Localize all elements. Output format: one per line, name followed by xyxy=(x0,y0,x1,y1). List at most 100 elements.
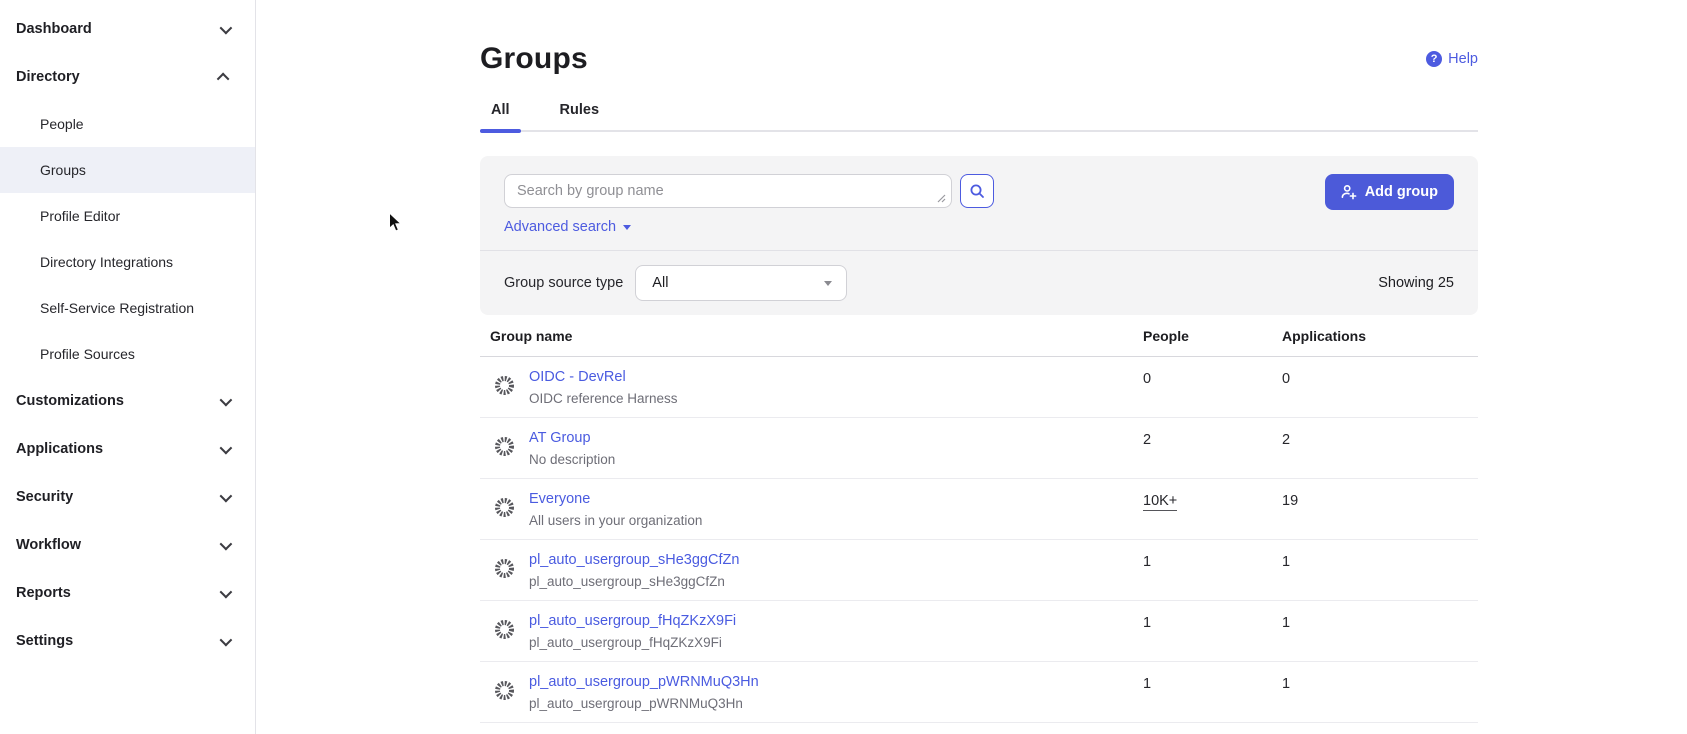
applications-count: 0 xyxy=(1282,357,1478,387)
applications-count: 1 xyxy=(1282,540,1478,570)
sidebar-item-profile-sources[interactable]: Profile Sources xyxy=(0,331,255,377)
chevron-down-icon xyxy=(220,633,233,646)
applications-count: 1 xyxy=(1282,601,1478,631)
group-description: pl_auto_usergroup_pWRNMuQ3Hn xyxy=(529,696,759,711)
people-count[interactable]: 10K+ xyxy=(1143,493,1177,511)
group-name-link[interactable]: pl_auto_usergroup_pWRNMuQ3Hn xyxy=(529,674,759,690)
sidebar-item-label: Reports xyxy=(16,585,71,601)
person-add-icon xyxy=(1341,184,1357,200)
chevron-down-icon xyxy=(220,537,233,550)
group-source-type-label: Group source type xyxy=(504,275,623,291)
sidebar-item-security[interactable]: Security xyxy=(0,473,255,521)
group-gear-icon xyxy=(493,557,516,580)
tab-bar: All Rules xyxy=(480,96,1478,132)
group-gear-icon xyxy=(493,679,516,702)
group-gear-icon xyxy=(493,435,516,458)
table-header-row: Group name People Applications xyxy=(480,315,1478,357)
people-count: 1 xyxy=(1143,540,1282,570)
sidebar-item-label: Profile Editor xyxy=(40,208,120,224)
applications-count: 1 xyxy=(1282,662,1478,692)
chevron-up-icon xyxy=(217,72,230,85)
sidebar-item-label: Profile Sources xyxy=(40,346,135,362)
sidebar-item-groups[interactable]: Groups xyxy=(0,147,255,193)
table-row: pl_auto_usergroup_pWRNMuQ3Hn pl_auto_use… xyxy=(480,662,1478,723)
sidebar-item-dashboard[interactable]: Dashboard xyxy=(0,5,255,53)
sidebar-item-reports[interactable]: Reports xyxy=(0,569,255,617)
sidebar-item-workflow[interactable]: Workflow xyxy=(0,521,255,569)
sidebar-item-applications[interactable]: Applications xyxy=(0,425,255,473)
add-group-label: Add group xyxy=(1365,184,1438,200)
sidebar-item-label: Security xyxy=(16,489,73,505)
search-button[interactable] xyxy=(960,174,994,208)
search-filter-panel: Advanced search Add group Group source t… xyxy=(480,156,1478,315)
group-description: OIDC reference Harness xyxy=(529,391,678,406)
group-description: All users in your organization xyxy=(529,513,702,528)
applications-count: 2 xyxy=(1282,418,1478,448)
sidebar-item-label: Groups xyxy=(40,162,86,178)
table-row: Everyone All users in your organization … xyxy=(480,479,1478,540)
people-count: 1 xyxy=(1143,601,1282,631)
help-label: Help xyxy=(1448,51,1478,67)
help-icon: ? xyxy=(1426,51,1442,67)
selected-option: All xyxy=(652,275,668,291)
group-source-type-select[interactable]: All xyxy=(635,265,847,301)
sidebar-item-label: Applications xyxy=(16,441,103,457)
group-name-link[interactable]: AT Group xyxy=(529,430,615,446)
column-header-applications[interactable]: Applications xyxy=(1282,328,1478,344)
table-row: OIDC - DevRel OIDC reference Harness 0 0 xyxy=(480,357,1478,418)
sidebar-item-directory[interactable]: Directory xyxy=(0,53,255,101)
applications-count: 19 xyxy=(1282,479,1478,509)
main-content: Groups ? Help All Rules xyxy=(256,0,1687,734)
table-row: pl_auto_usergroup_sHe3ggCfZn pl_auto_use… xyxy=(480,540,1478,601)
chevron-down-icon xyxy=(220,585,233,598)
sidebar: Dashboard Directory People Groups Profil… xyxy=(0,0,256,734)
sidebar-item-label: Directory Integrations xyxy=(40,254,173,270)
caret-down-icon xyxy=(824,281,832,286)
group-name-link[interactable]: pl_auto_usergroup_sHe3ggCfZn xyxy=(529,552,739,568)
search-input[interactable] xyxy=(504,174,952,208)
chevron-down-icon xyxy=(220,441,233,454)
groups-table: Group name People Applications OIDC - De… xyxy=(480,315,1478,723)
group-gear-icon xyxy=(493,496,516,519)
sidebar-item-self-service-registration[interactable]: Self-Service Registration xyxy=(0,285,255,331)
showing-count: Showing 25 xyxy=(1378,275,1454,291)
sidebar-item-people[interactable]: People xyxy=(0,101,255,147)
people-count: 2 xyxy=(1143,418,1282,448)
advanced-search-toggle[interactable]: Advanced search xyxy=(504,219,994,235)
column-header-people[interactable]: People xyxy=(1143,328,1282,344)
chevron-down-icon xyxy=(220,393,233,406)
table-row: AT Group No description 2 2 xyxy=(480,418,1478,479)
add-group-button[interactable]: Add group xyxy=(1325,174,1454,210)
people-count: 0 xyxy=(1143,357,1282,387)
sidebar-item-label: Directory xyxy=(16,69,80,85)
group-name-link[interactable]: OIDC - DevRel xyxy=(529,369,678,385)
tab-rules[interactable]: Rules xyxy=(549,96,611,130)
sidebar-item-label: Settings xyxy=(16,633,73,649)
sidebar-item-directory-integrations[interactable]: Directory Integrations xyxy=(0,239,255,285)
tab-all[interactable]: All xyxy=(480,96,521,130)
sidebar-item-customizations[interactable]: Customizations xyxy=(0,377,255,425)
people-count: 1 xyxy=(1143,662,1282,692)
group-description: pl_auto_usergroup_sHe3ggCfZn xyxy=(529,574,739,589)
group-name-link[interactable]: Everyone xyxy=(529,491,702,507)
chevron-down-icon xyxy=(220,489,233,502)
table-row: pl_auto_usergroup_fHqZKzX9Fi pl_auto_use… xyxy=(480,601,1478,662)
sidebar-item-label: Dashboard xyxy=(16,21,92,37)
chevron-down-icon xyxy=(220,21,233,34)
group-gear-icon xyxy=(493,374,516,397)
search-icon xyxy=(969,183,985,199)
group-description: No description xyxy=(529,452,615,467)
caret-down-icon xyxy=(623,225,631,230)
sidebar-item-label: Workflow xyxy=(16,537,81,553)
group-name-link[interactable]: pl_auto_usergroup_fHqZKzX9Fi xyxy=(529,613,736,629)
group-gear-icon xyxy=(493,618,516,641)
column-header-group-name[interactable]: Group name xyxy=(480,328,1143,344)
help-link[interactable]: ? Help xyxy=(1426,51,1478,67)
advanced-search-label: Advanced search xyxy=(504,219,616,235)
sidebar-item-label: Customizations xyxy=(16,393,124,409)
sidebar-item-profile-editor[interactable]: Profile Editor xyxy=(0,193,255,239)
page-title: Groups xyxy=(480,42,588,76)
sidebar-item-label: People xyxy=(40,116,84,132)
sidebar-item-settings[interactable]: Settings xyxy=(0,617,255,665)
sidebar-item-label: Self-Service Registration xyxy=(40,300,194,316)
